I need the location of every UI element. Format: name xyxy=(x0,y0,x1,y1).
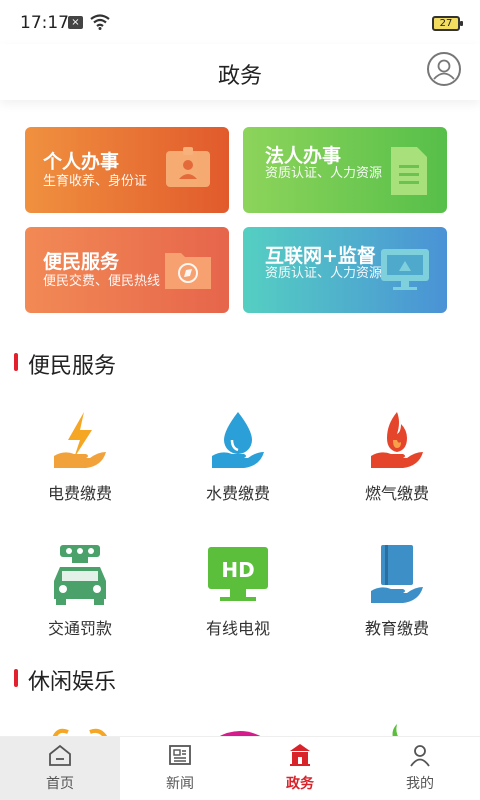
card-title: 便民服务 xyxy=(43,251,120,273)
card-subtitle: 资质认证、人力资源 xyxy=(265,266,383,281)
card-legal-affairs[interactable]: 法人办事 资质认证、人力资源 xyxy=(243,127,447,213)
status-bar: 17:17 × 27 xyxy=(0,0,480,44)
government-icon xyxy=(290,744,310,766)
home-icon xyxy=(49,744,71,766)
water-icon xyxy=(212,412,264,468)
tab-label: 首页 xyxy=(46,776,74,792)
card-personal-affairs[interactable]: 个人办事 生育收养、身份证 xyxy=(25,127,229,213)
card-convenience-services[interactable]: 便民服务 便民交费、便民热线 xyxy=(25,227,229,313)
battery-icon: 27 xyxy=(432,16,463,31)
card-title: 个人办事 xyxy=(43,151,120,173)
avatar-button[interactable] xyxy=(427,52,461,86)
tab-label: 新闻 xyxy=(166,776,194,792)
education-icon xyxy=(371,545,423,603)
service-label: 交通罚款 xyxy=(47,619,112,638)
profile-icon xyxy=(410,745,430,767)
section-marker xyxy=(14,353,18,371)
card-title: 法人办事 xyxy=(265,145,342,167)
service-label: 有线电视 xyxy=(205,619,270,638)
status-time: 17:17 xyxy=(20,13,69,33)
document-icon xyxy=(391,147,427,195)
monitor-icon xyxy=(381,249,429,290)
tab-home[interactable]: 首页 xyxy=(0,737,120,800)
page-title: 政务 xyxy=(217,64,262,89)
service-label: 燃气缴费 xyxy=(364,484,429,503)
card-subtitle: 生育收养、身份证 xyxy=(43,174,148,189)
card-internet-supervision[interactable]: 互联网+监督 资质认证、人力资源 xyxy=(243,227,447,313)
gas-icon xyxy=(371,412,423,468)
app-header: 政务 xyxy=(0,44,480,100)
service-label: 电费缴费 xyxy=(47,484,112,503)
notification-icon: × xyxy=(68,16,83,29)
service-label: 教育缴费 xyxy=(364,619,429,638)
tab-label: 我的 xyxy=(406,776,434,792)
card-subtitle: 资质认证、人力资源 xyxy=(265,166,383,181)
user-avatar-icon xyxy=(433,59,455,80)
tab-label: 政务 xyxy=(286,776,314,792)
electricity-icon xyxy=(54,412,106,468)
wifi-icon xyxy=(90,14,110,30)
tab-government[interactable]: 政务 xyxy=(240,737,360,800)
folder-compass-icon xyxy=(165,253,211,289)
hd-badge: HD xyxy=(221,558,254,582)
bottom-tab-bar: 首页 新闻 政务 我的 xyxy=(0,736,480,800)
service-label: 水费缴费 xyxy=(205,484,270,503)
section-title-text: 休闲娱乐 xyxy=(28,670,117,695)
section-title-text: 便民服务 xyxy=(28,354,117,379)
tab-profile[interactable]: 我的 xyxy=(360,737,480,800)
card-subtitle: 便民交费、便民热线 xyxy=(43,274,161,289)
tab-news[interactable]: 新闻 xyxy=(120,737,240,800)
traffic-fine-icon xyxy=(54,545,106,605)
id-card-icon xyxy=(166,147,210,187)
news-icon xyxy=(169,745,191,765)
cable-tv-icon: HD xyxy=(208,547,268,601)
section-marker xyxy=(14,669,18,687)
card-title: 互联网+监督 xyxy=(265,245,376,267)
